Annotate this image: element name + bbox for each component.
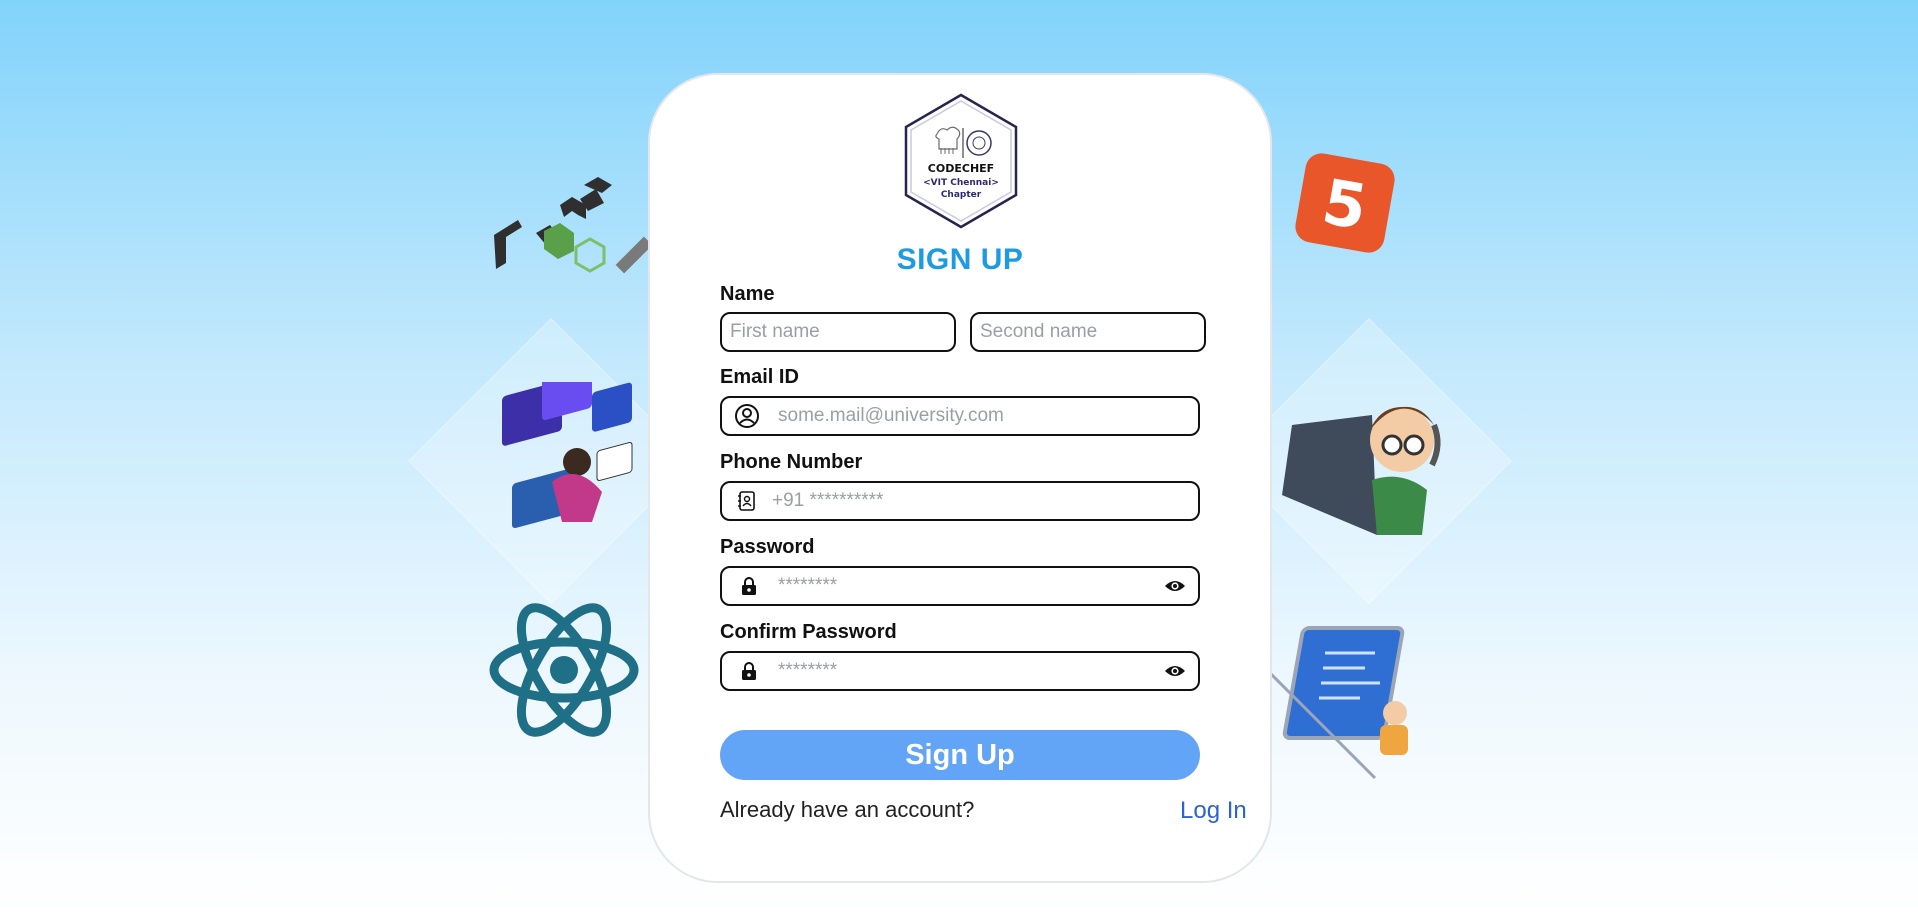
email-label: Email ID: [720, 366, 799, 388]
phone-field[interactable]: [720, 481, 1200, 521]
phone-input[interactable]: [770, 482, 1198, 520]
university-seal-icon: [966, 130, 992, 156]
password-field[interactable]: [720, 566, 1200, 606]
second-name-input[interactable]: [978, 313, 1204, 351]
page-title: SIGN UP: [896, 243, 1024, 276]
confirm-password-label: Confirm Password: [720, 621, 897, 643]
gamer-character-illustration-icon: [1282, 406, 1441, 535]
contact-book-icon: [734, 488, 760, 514]
logo-vit-text: <VIT Chennai>: [923, 178, 999, 188]
first-name-field[interactable]: [720, 312, 956, 352]
second-name-field[interactable]: [970, 312, 1206, 352]
password-input[interactable]: [776, 567, 1162, 605]
password-label: Password: [720, 536, 815, 558]
developer-screens-illustration-icon: [502, 382, 633, 529]
phone-label: Phone Number: [720, 451, 863, 473]
laptop-coder-illustration-icon: [1255, 626, 1408, 780]
signup-card: CODECHEF <VIT Chennai> Chapter SIGN UP N…: [648, 73, 1272, 883]
confirm-password-field[interactable]: [720, 651, 1200, 691]
login-link[interactable]: Log In: [1180, 797, 1247, 825]
already-have-account-text: Already have an account?: [720, 797, 975, 822]
first-name-input[interactable]: [728, 313, 954, 351]
lock-icon: [736, 658, 762, 684]
eye-icon[interactable]: [1162, 573, 1188, 599]
user-circle-icon: [734, 403, 760, 429]
email-input[interactable]: [776, 397, 1198, 435]
confirm-password-input[interactable]: [776, 652, 1162, 690]
react-logo-icon: [489, 603, 639, 737]
name-label: Name: [720, 283, 775, 305]
eye-icon[interactable]: [1162, 658, 1188, 684]
logo-chapter-text: Chapter: [941, 190, 982, 200]
lock-icon: [736, 573, 762, 599]
logo-codechef-text: CODECHEF: [928, 162, 994, 175]
html5-logo-icon: 5: [1295, 153, 1395, 253]
email-field[interactable]: [720, 396, 1200, 436]
codechef-vit-chennai-logo: CODECHEF <VIT Chennai> Chapter: [904, 93, 1018, 229]
signup-button[interactable]: Sign Up: [720, 730, 1200, 780]
